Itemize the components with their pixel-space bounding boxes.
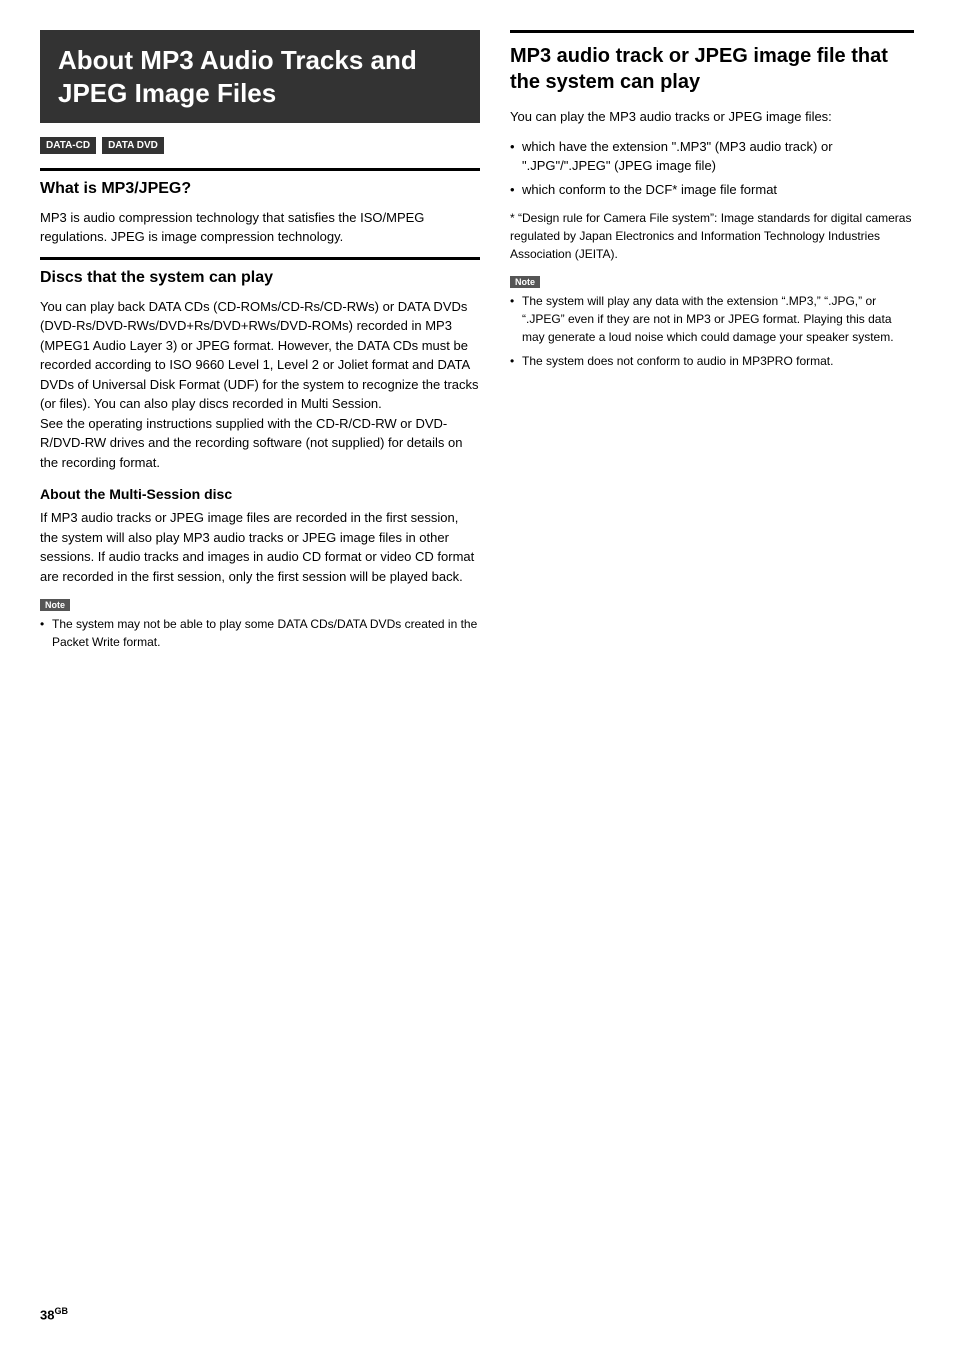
note-box-left: Note The system may not be able to play … [40,596,480,651]
note-list-right: The system will play any data with the e… [510,292,914,370]
right-bullet-list: which have the extension ".MP3" (MP3 aud… [510,137,914,200]
divider-1 [40,168,480,171]
badge-container: DATA-CD DATA DVD [40,137,480,154]
note-label-left: Note [40,599,70,611]
note-item-right-2: The system does not conform to audio in … [510,352,914,370]
note-item-right-1: The system will play any data with the e… [510,292,914,346]
section-text-multisession: If MP3 audio tracks or JPEG image files … [40,508,480,586]
divider-2 [40,257,480,260]
note-box-right: Note The system will play any data with … [510,273,914,370]
right-intro: You can play the MP3 audio tracks or JPE… [510,107,914,127]
right-section-title: MP3 audio track or JPEG image file that … [510,43,914,95]
right-bullet-2: which conform to the DCF* image file for… [510,180,914,200]
note-item-left-1: The system may not be able to play some … [40,615,480,651]
section-title-discs: Discs that the system can play [40,268,480,289]
page-number: 38GB [40,1306,68,1322]
section-title-what-is-mp3: What is MP3/JPEG? [40,179,480,200]
section-text-discs: You can play back DATA CDs (CD-ROMs/CD-R… [40,297,480,473]
note-label-right: Note [510,276,540,288]
subsection-title-multisession: About the Multi-Session disc [40,486,480,502]
right-bullet-1: which have the extension ".MP3" (MP3 aud… [510,137,914,176]
page-title: About MP3 Audio Tracks and JPEG Image Fi… [40,30,480,123]
badge-data-cd: DATA-CD [40,137,96,154]
badge-data-dvd: DATA DVD [102,137,164,154]
right-footnote: * “Design rule for Camera File system”: … [510,209,914,263]
note-list-left: The system may not be able to play some … [40,615,480,651]
section-text-what-is-mp3: MP3 is audio compression technology that… [40,208,480,247]
